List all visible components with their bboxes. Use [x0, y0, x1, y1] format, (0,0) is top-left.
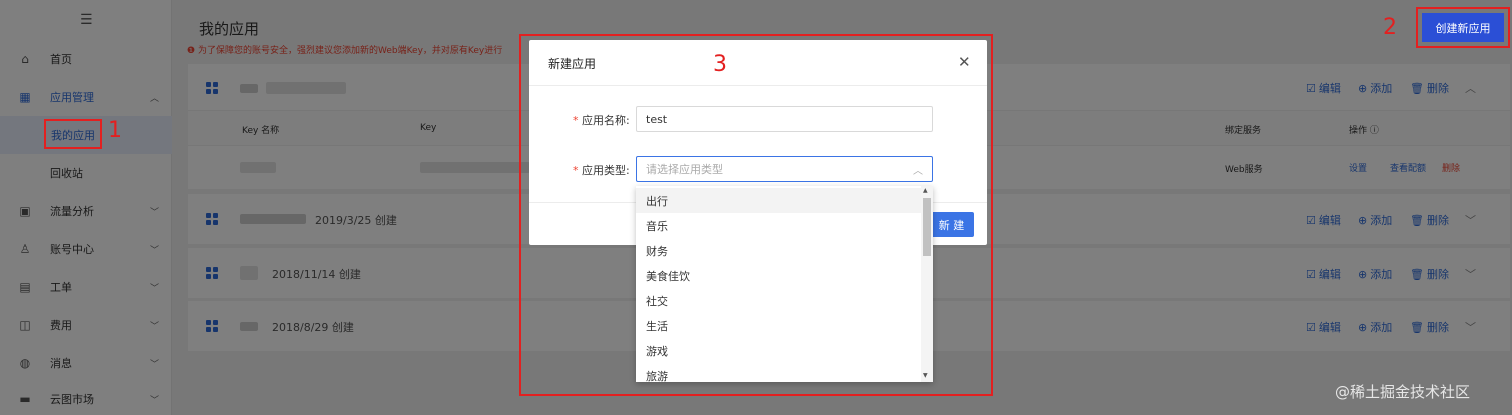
- annotation-number-1: 1: [108, 118, 122, 143]
- watermark: @稀土掘金技术社区: [1335, 383, 1471, 401]
- create-app-button-highlight[interactable]: 创建新应用: [1422, 13, 1504, 42]
- annotation-number-3: 3: [713, 52, 727, 77]
- annotation-box-modal: [519, 34, 993, 396]
- annotation-box-my-apps: [44, 119, 102, 149]
- annotation-number-2: 2: [1383, 15, 1397, 40]
